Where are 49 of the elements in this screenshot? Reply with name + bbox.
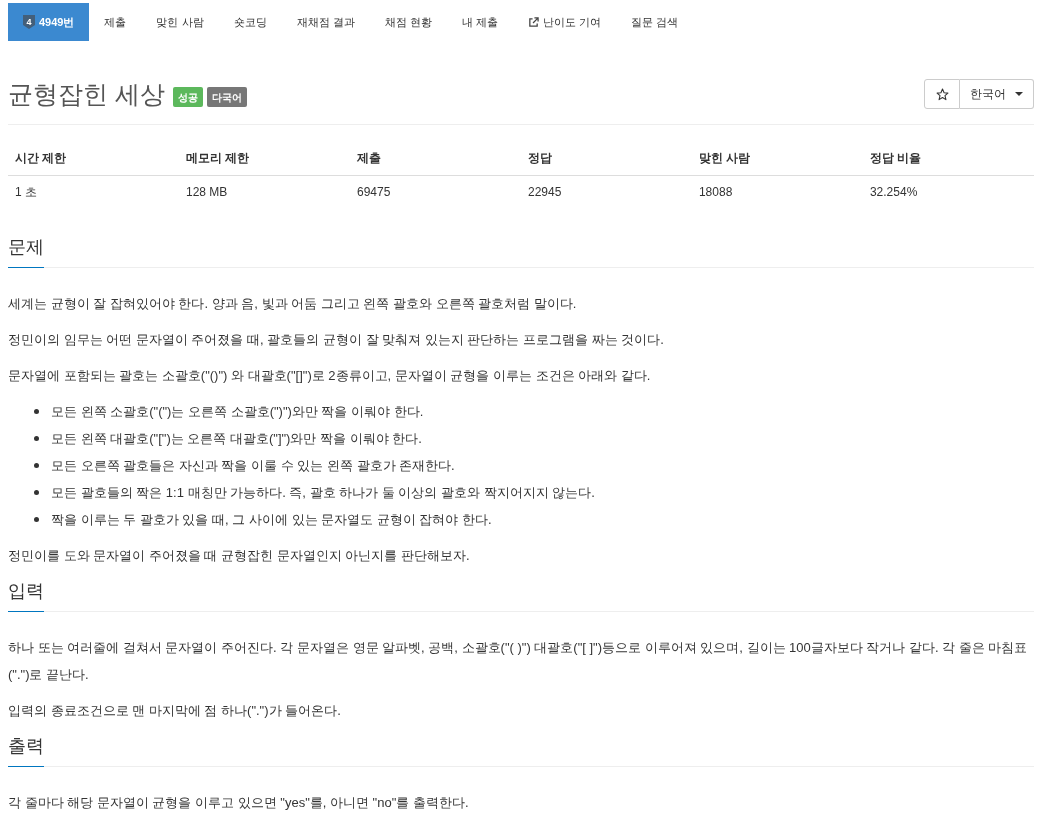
status-label: 다국어 (206, 87, 247, 107)
bullet-icon (34, 436, 39, 441)
problem-title: 균형잡힌 세상 (8, 79, 165, 110)
language-dropdown[interactable]: 한국어 (960, 79, 1034, 109)
list-item-text: 모든 오른쪽 괄호들은 자신과 짝을 이룰 수 있는 왼쪽 괄호가 존재한다. (51, 457, 455, 475)
table-cell: 22945 (520, 175, 692, 209)
paragraph: 각 줄마다 해당 문자열이 균형을 이루고 있으면 "yes"를, 아니면 "no"를 출력한다. (8, 794, 470, 812)
paragraph: 하나 또는 여러줄에 걸쳐서 문자열이 주어진다. 각 문자열은 영문 알파벳, 공백, 소괄호("( )") 대괄호("[ ]")등으로 이루어져 있으며, 길이는 100글자보다 작거나 같다. 각 줄은 마침표(".")로 끝난다. (8, 639, 1029, 684)
bullet-icon (34, 463, 39, 468)
nav-tab[interactable]: 4 4949번 (8, 3, 90, 41)
list-item-text: 짝을 이루는 두 괄호가 있을 때, 그 사이에 있는 문자열도 균형이 잡혀야 한다. (51, 511, 492, 529)
nav-tab[interactable]: 난이도 기여 (512, 3, 616, 41)
column-header: 메모리 제한 (179, 142, 350, 176)
section-heading: 문제 (8, 234, 44, 268)
section-heading: 입력 (8, 578, 44, 612)
table-cell: 69475 (349, 175, 521, 209)
column-header: 정답 (520, 142, 692, 176)
bullet-icon (34, 409, 39, 414)
nav-tab[interactable]: 맞힌 사람 (141, 3, 219, 41)
table-cell: 32.254% (862, 175, 1034, 209)
tier-badge: 4 (23, 15, 35, 29)
nav-tab[interactable]: 숏코딩 (218, 3, 282, 41)
list-item-text: 모든 괄호들의 짝은 1:1 매칭만 가능하다. 즉, 괄호 하나가 둘 이상의 괄호와 짝지어지지 않는다. (51, 484, 595, 502)
nav-tab[interactable]: 제출 (89, 3, 142, 41)
table-cell: 128 MB (179, 175, 350, 209)
column-header: 제출 (349, 142, 521, 176)
table-cell: 1 초 (8, 175, 179, 209)
list-item-text: 모든 왼쪽 대괄호("[")는 오른쪽 대괄호("]")와만 짝을 이뤄야 한다. (51, 430, 422, 448)
bullet-icon (34, 490, 39, 495)
paragraph: 입력의 종료조건으로 맨 마지막에 점 하나(".")가 들어온다. (8, 702, 342, 720)
column-header: 정답 비율 (862, 142, 1034, 176)
status-label: 성공 (172, 87, 203, 107)
bullet-icon (34, 517, 39, 522)
list-item-text: 모든 왼쪽 소괄호("(")는 오른쪽 소괄호(")")와만 짝을 이뤄야 한다. (51, 403, 424, 421)
paragraph: 문자열에 포함되는 괄호는 소괄호("()") 와 대괄호("[]")로 2종류이고, 문자열이 균형을 이루는 조건은 아래와 같다. (8, 367, 652, 385)
nav-tab[interactable]: 질문 검색 (615, 3, 693, 41)
column-header: 맞힌 사람 (691, 142, 863, 176)
table-cell: 18088 (691, 175, 863, 209)
star-button[interactable] (924, 79, 960, 109)
paragraph: 정민이의 임무는 어떤 문자열이 주어졌을 때, 괄호들의 균형이 잘 맞춰져 있는지 판단하는 프로그램을 짜는 것이다. (8, 331, 665, 349)
external-link-icon (527, 16, 539, 28)
column-header: 시간 제한 (8, 142, 179, 176)
nav-tab[interactable]: 내 제출 (446, 3, 513, 41)
nav-tab[interactable]: 채점 현황 (369, 3, 447, 41)
caret-icon (1015, 92, 1023, 96)
nav-tab[interactable]: 재채점 결과 (281, 3, 370, 41)
paragraph: 정민이를 도와 문자열이 주어졌을 때 균형잡힌 문자열인지 아닌지를 판단해보자. (8, 547, 471, 565)
paragraph: 세계는 균형이 잘 잡혀있어야 한다. 양과 음, 빛과 어둠 그리고 왼쪽 괄호와 오른쪽 괄호처럼 말이다. (8, 295, 578, 313)
section-heading: 출력 (8, 733, 44, 767)
